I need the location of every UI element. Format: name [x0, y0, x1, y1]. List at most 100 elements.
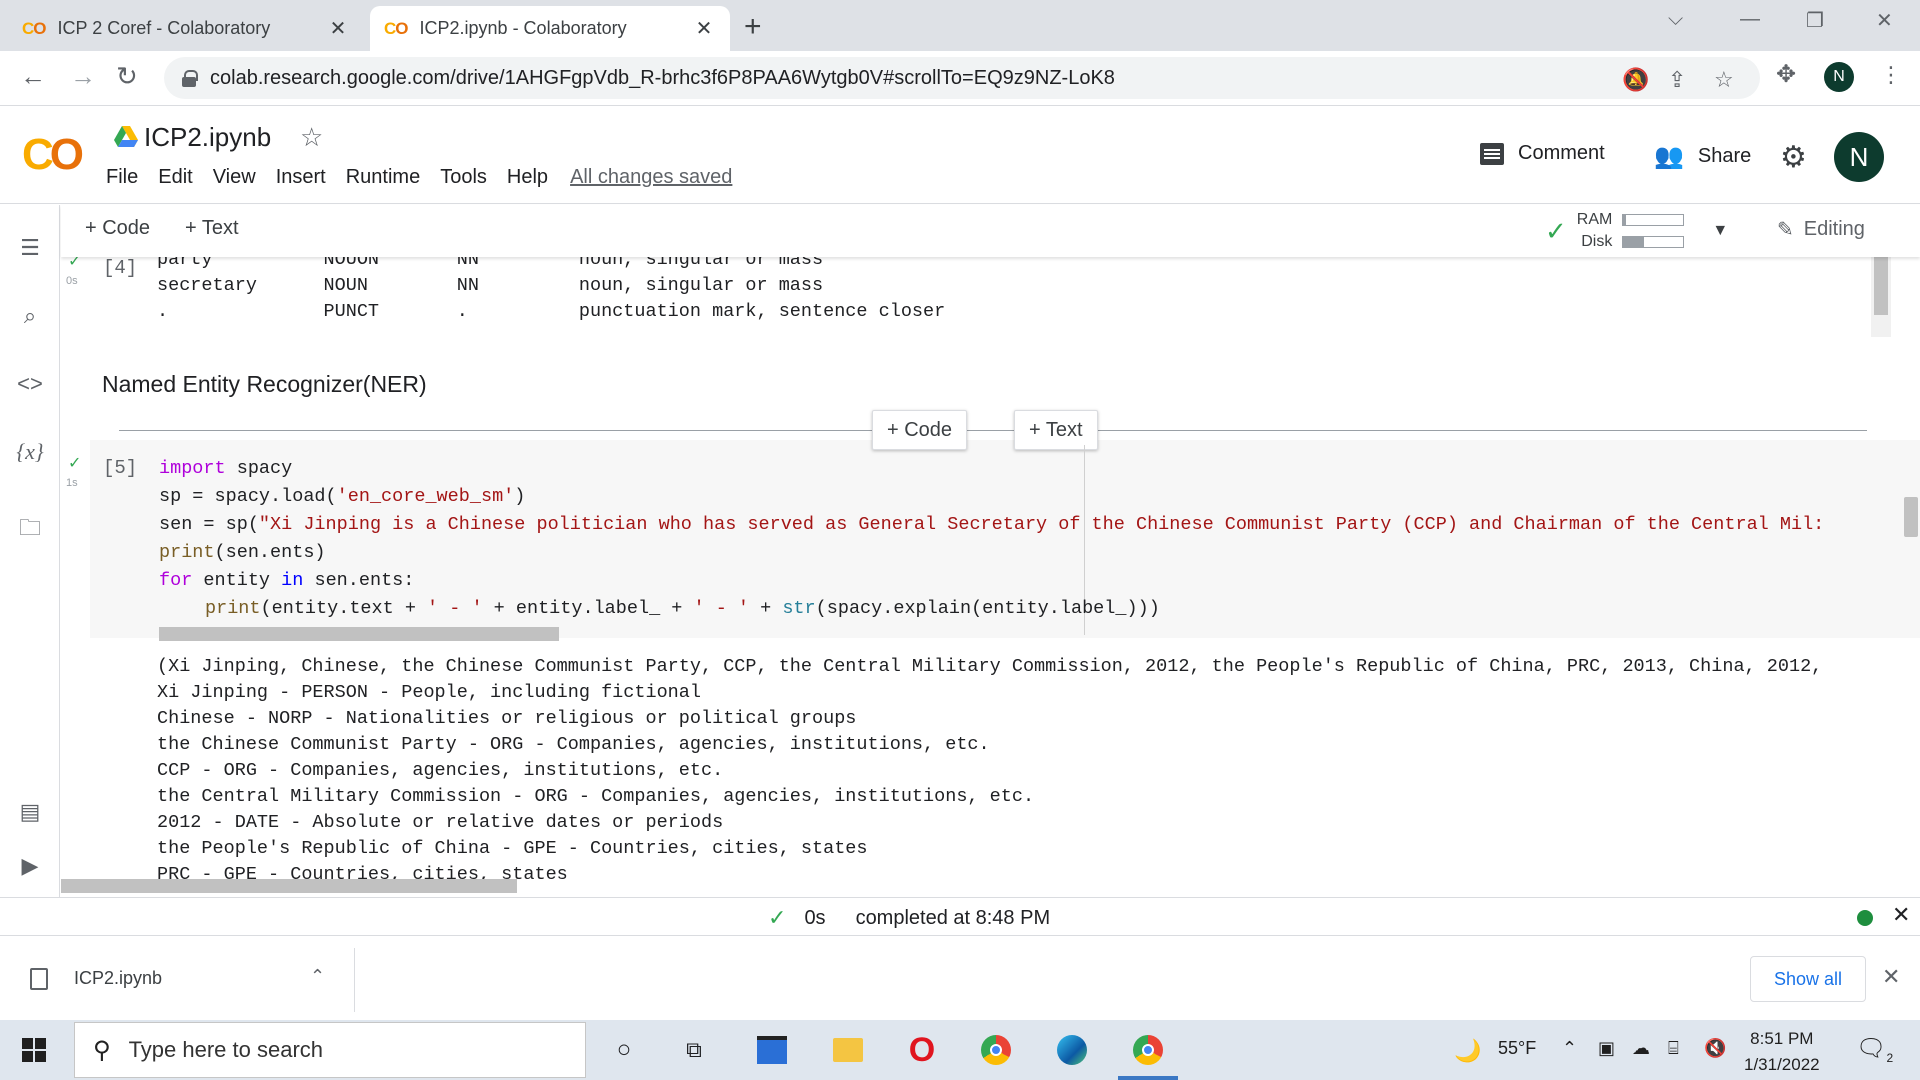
chrome-icon[interactable] — [978, 1032, 1014, 1068]
microsoft-store-icon[interactable] — [754, 1032, 790, 1068]
output-horizontal-scrollbar[interactable] — [61, 879, 517, 893]
download-bar: ICP2.ipynb ⌃ Show all ✕ — [0, 935, 1920, 1020]
menu-view[interactable]: View — [213, 166, 256, 189]
output-line: CCP - ORG - Companies, agencies, institu… — [157, 760, 724, 781]
weather-moon-icon[interactable]: 🌙 — [1454, 1038, 1481, 1064]
notebook-title[interactable]: ICP2.ipynb — [144, 122, 271, 153]
star-icon[interactable]: ☆ — [300, 122, 323, 153]
notifications-blocked-icon[interactable]: 🔕 — [1622, 67, 1649, 93]
menu-edit[interactable]: Edit — [158, 166, 192, 189]
terminal-icon[interactable]: ▶ — [14, 853, 46, 879]
output-line: Xi Jinping - PERSON - People, including … — [157, 682, 701, 703]
output-line: (Xi Jinping, Chinese, the Chinese Commun… — [157, 656, 1823, 677]
gear-icon[interactable]: ⚙ — [1780, 140, 1807, 175]
insert-text-cell-button[interactable]: + Text — [1014, 410, 1098, 450]
minimize-window-icon[interactable]: — — [1740, 8, 1760, 31]
files-folder-icon[interactable]: 🗀 — [14, 511, 46, 549]
network-icon[interactable]: ⌸ — [1668, 1038, 1679, 1059]
code-line-5[interactable]: for entity in sen.ents: — [159, 567, 414, 595]
code-horizontal-scrollbar[interactable] — [159, 627, 559, 641]
runtime-status-dot — [1857, 910, 1873, 926]
browser-tab-icp2-coref[interactable]: CO ICP 2 Coref - Colaboratory ✕ — [8, 6, 364, 51]
forward-arrow-icon[interactable]: → — [70, 61, 96, 92]
menu-bar: File Edit View Insert Runtime Tools Help… — [106, 166, 732, 189]
close-download-bar-icon[interactable]: ✕ — [1882, 964, 1900, 990]
comment-button[interactable]: Comment — [1480, 142, 1605, 165]
notebook-toolbar: + Code + Text ✓ RAM Disk ▼ ✎ Editing ⌃ — [61, 205, 1920, 257]
code-line-6[interactable]: print(entity.text + ' - ' + entity.label… — [205, 595, 1160, 623]
task-view-icon[interactable]: ⧉ — [676, 1032, 712, 1068]
show-all-downloads-button[interactable]: Show all — [1750, 956, 1866, 1002]
notification-center-icon[interactable]: 🗨2 — [1856, 1034, 1893, 1065]
cell5-number: [5] — [103, 457, 138, 479]
close-window-icon[interactable]: ✕ — [1876, 8, 1893, 33]
menu-runtime[interactable]: Runtime — [346, 166, 420, 189]
browser-menu-icon[interactable]: ⋮ — [1880, 62, 1902, 88]
onedrive-cloud-icon[interactable]: ☁ — [1632, 1038, 1650, 1059]
download-filename[interactable]: ICP2.ipynb — [74, 968, 162, 989]
add-code-cell-button[interactable]: + Code — [85, 217, 150, 240]
download-options-chevron-icon[interactable]: ⌃ — [310, 966, 325, 987]
tray-chevron-icon[interactable]: ⌃ — [1562, 1038, 1577, 1059]
comment-label: Comment — [1518, 142, 1605, 164]
execution-status-bar: ✓ 0s completed at 8:48 PM ✕ — [0, 897, 1920, 935]
output-line: party NOUON NN noun, singular or mass — [157, 257, 824, 270]
output-scroll-thumb[interactable] — [1874, 257, 1888, 315]
cortana-icon[interactable]: ○ — [606, 1032, 642, 1068]
code-snippets-icon[interactable]: <> — [14, 371, 46, 397]
search-icon[interactable]: ⌕ — [14, 303, 46, 329]
colab-logo[interactable]: CO — [22, 130, 84, 180]
taskbar-clock[interactable]: 8:51 PM 1/31/2022 — [1744, 1026, 1820, 1078]
browser-tab-icp2-notebook[interactable]: CO ICP2.ipynb - Colaboratory ✕ — [370, 6, 730, 51]
status-message: completed at 8:48 PM — [855, 906, 1051, 929]
weather-temperature[interactable]: 55°F — [1498, 1038, 1536, 1059]
close-status-icon[interactable]: ✕ — [1892, 902, 1910, 928]
bookmark-star-icon[interactable]: ☆ — [1714, 67, 1734, 93]
code-line-2[interactable]: sp = spacy.load('en_core_web_sm') — [159, 483, 525, 511]
insert-code-cell-button[interactable]: + Code — [872, 410, 968, 450]
add-text-cell-button[interactable]: + Text — [185, 217, 239, 240]
chrome-active-icon[interactable] — [1130, 1032, 1166, 1068]
address-bar[interactable]: colab.research.google.com/drive/1AHGFgpV… — [164, 57, 1760, 99]
menu-insert[interactable]: Insert — [276, 166, 326, 189]
extensions-puzzle-icon[interactable]: ✥ — [1776, 60, 1796, 89]
editing-label: Editing — [1803, 218, 1865, 240]
taskbar-search-box[interactable]: ⚲ Type here to search — [74, 1022, 586, 1078]
tab-title: ICP 2 Coref - Colaboratory — [57, 18, 271, 38]
runtime-dropdown-icon[interactable]: ▼ — [1712, 222, 1728, 240]
code-line-4[interactable]: print(sen.ents) — [159, 539, 326, 567]
cell4-check-icon: ✓ — [68, 257, 82, 270]
menu-tools[interactable]: Tools — [440, 166, 487, 189]
editing-mode-button[interactable]: ✎ Editing — [1777, 217, 1865, 242]
account-avatar[interactable]: N — [1834, 132, 1884, 182]
reload-icon[interactable]: ↻ — [116, 61, 138, 92]
browser-profile-avatar[interactable]: N — [1824, 62, 1854, 92]
tab-search-chevron-icon[interactable]: ⌵ — [1668, 8, 1683, 31]
code-line-1[interactable]: import spacy — [159, 455, 292, 483]
meet-now-icon[interactable]: ▣ — [1598, 1038, 1615, 1059]
code-line-3[interactable]: sen = sp("Xi Jinping is a Chinese politi… — [159, 511, 1891, 539]
share-page-icon[interactable]: ⇪ — [1668, 67, 1686, 93]
save-status-link[interactable]: All changes saved — [570, 166, 732, 189]
command-palette-icon[interactable]: ▤ — [14, 799, 46, 825]
menu-file[interactable]: File — [106, 166, 138, 189]
close-tab-icon[interactable]: ✕ — [692, 16, 716, 41]
browser-toolbar: ← → ↻ colab.research.google.com/drive/1A… — [0, 51, 1920, 106]
restore-window-icon[interactable]: ❐ — [1806, 8, 1824, 33]
windows-start-icon[interactable] — [22, 1038, 46, 1062]
table-of-contents-icon[interactable]: ☰ — [14, 235, 46, 261]
edge-browser-icon[interactable] — [1054, 1032, 1090, 1068]
new-tab-button[interactable]: + — [744, 10, 762, 44]
share-button[interactable]: 👥 Share — [1654, 142, 1751, 171]
file-icon — [30, 968, 48, 990]
close-tab-icon[interactable]: ✕ — [326, 16, 350, 41]
menu-help[interactable]: Help — [507, 166, 548, 189]
runtime-resources[interactable]: ✓ RAM Disk ▼ — [1545, 209, 1728, 253]
variables-icon[interactable]: {x} — [14, 439, 46, 465]
share-label: Share — [1697, 145, 1752, 167]
file-explorer-icon[interactable] — [830, 1032, 866, 1068]
opera-browser-icon[interactable]: O — [904, 1031, 940, 1069]
back-arrow-icon[interactable]: ← — [20, 61, 46, 92]
volume-muted-icon[interactable]: 🔇 — [1704, 1038, 1726, 1059]
notebook-scroll-thumb[interactable] — [1904, 497, 1918, 537]
